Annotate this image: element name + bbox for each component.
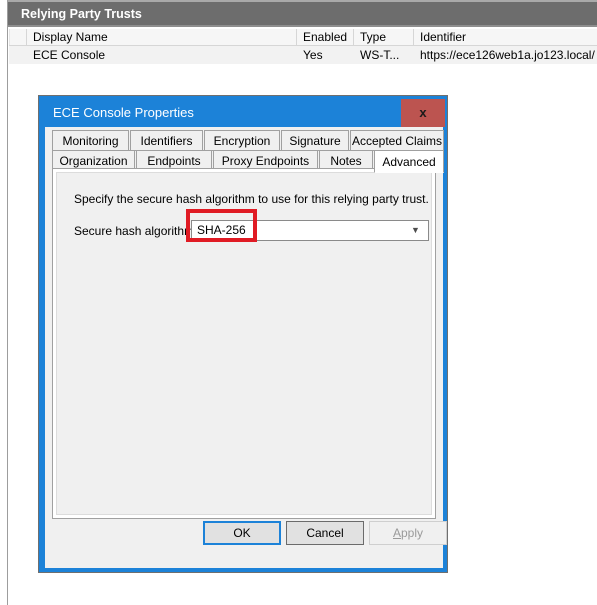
cell-identifier: https://ece126web1a.jo123.local/ [420,48,595,62]
list-header-row: Display Name Enabled Type Identifier [9,29,597,46]
tab-strip: Monitoring Identifiers Encryption Signat… [52,130,444,173]
tab-signature[interactable]: Signature [281,130,349,151]
ok-button[interactable]: OK [203,521,281,545]
apply-button[interactable]: Apply [369,521,447,545]
column-header-type[interactable]: Type [354,29,414,45]
column-header-enabled[interactable]: Enabled [297,29,354,45]
apply-rest: pply [401,526,424,540]
cell-display-name: ECE Console [33,48,106,62]
page-title: Relying Party Trusts [8,2,597,27]
mmc-window: Relying Party Trusts Display Name Enable… [0,0,597,605]
column-header-gutter[interactable] [9,29,27,45]
column-header-display-name[interactable]: Display Name [27,29,297,45]
tab-advanced[interactable]: Advanced [374,150,444,173]
chevron-down-icon: ▼ [411,225,420,235]
dialog-title-bar[interactable]: ECE Console Properties x [43,99,445,127]
apply-accelerator: A [392,526,401,540]
tab-accepted-claims[interactable]: Accepted Claims [350,130,444,151]
tab-identifiers[interactable]: Identifiers [130,130,203,151]
close-icon[interactable]: x [401,99,445,127]
tab-encryption[interactable]: Encryption [204,130,280,151]
properties-dialog: ECE Console Properties x Monitoring Iden… [38,95,448,573]
tab-row-top: Monitoring Identifiers Encryption Signat… [52,130,444,151]
panel-description: Specify the secure hash algorithm to use… [74,192,429,206]
panel-content: Specify the secure hash algorithm to use… [56,172,432,515]
cell-type: WS-T... [360,48,400,62]
cancel-button[interactable]: Cancel [286,521,364,545]
relying-party-trusts-list: Display Name Enabled Type Identifier ECE… [9,29,597,69]
dialog-footer: OK Cancel Apply [45,521,447,568]
secure-hash-algorithm-select[interactable]: SHA-256 ▼ [191,220,429,241]
tab-panel-advanced: Specify the secure hash algorithm to use… [52,168,436,519]
secure-hash-algorithm-label: Secure hash algorithm: [74,224,198,238]
table-row[interactable]: ECE Console Yes WS-T... https://ece126we… [9,46,597,64]
cell-enabled: Yes [303,48,323,62]
dialog-title: ECE Console Properties [53,105,194,120]
secure-hash-algorithm-value: SHA-256 [197,223,246,237]
column-header-identifier[interactable]: Identifier [414,29,597,45]
tab-monitoring[interactable]: Monitoring [52,130,129,151]
window-left-border [0,0,8,605]
dialog-body: Monitoring Identifiers Encryption Signat… [45,127,447,568]
